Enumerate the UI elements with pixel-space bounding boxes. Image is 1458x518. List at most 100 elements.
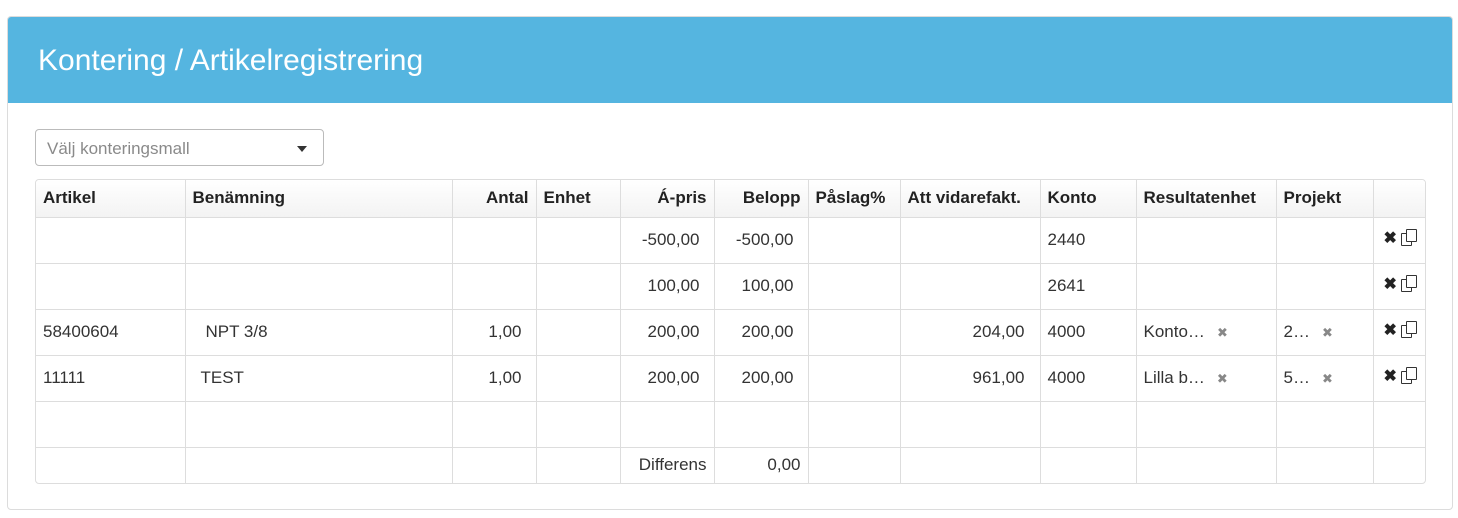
resultatenhet-tag: Konto… [1143,322,1205,341]
cell-artikel[interactable] [36,263,186,310]
col-header-artikel[interactable]: Artikel [36,180,186,218]
cell-projekt[interactable]: 2… ✖ [1276,309,1374,356]
new-cell-projekt[interactable] [1276,401,1374,448]
cell-paslag[interactable] [808,217,901,264]
delete-row-icon[interactable]: ✖ [1384,276,1397,293]
cell-benamning[interactable] [185,263,453,310]
delete-row-icon[interactable]: ✖ [1384,368,1397,385]
cell-konto[interactable]: 2641 [1040,263,1137,310]
new-cell-resultatenhet[interactable] [1136,401,1277,448]
col-header-paslag[interactable]: Påslag% [808,180,901,218]
table-header-row: Artikel Benämning Antal Enhet Á-pris Bel… [36,180,1425,218]
cell-konto[interactable]: 4000 [1040,309,1137,356]
cell-resultatenhet[interactable] [1136,263,1277,310]
cell-belopp[interactable]: -500,00 [714,217,809,264]
new-cell-belopp[interactable] [714,401,809,448]
new-cell-vidarefakt[interactable] [900,401,1041,448]
col-header-apris[interactable]: Á-pris [620,180,715,218]
cell-apris[interactable]: -500,00 [620,217,715,264]
cell-benamning[interactable]: NPT 3/8 [185,309,453,356]
differens-row: Differens 0,00 [36,447,1425,483]
cell-paslag[interactable] [808,355,901,402]
cell-projekt[interactable] [1276,217,1374,264]
clear-projekt-icon[interactable]: ✖ [1322,325,1333,341]
cell-belopp[interactable]: 200,00 [714,355,809,402]
konteringsmall-select[interactable]: Välj konteringsmall [35,129,324,166]
new-cell-enhet[interactable] [536,401,621,448]
copy-row-icon[interactable] [1400,274,1417,292]
cell-konto[interactable]: 4000 [1040,355,1137,402]
delete-row-icon[interactable]: ✖ [1384,322,1397,339]
cell-konto[interactable]: 2440 [1040,217,1137,264]
new-cell-konto[interactable] [1040,401,1137,448]
select-placeholder: Välj konteringsmall [47,139,190,158]
cell-belopp[interactable]: 100,00 [714,263,809,310]
cell-benamning[interactable]: TEST [185,355,453,402]
cell-projekt[interactable] [1276,263,1374,310]
cell-resultatenhet[interactable] [1136,217,1277,264]
new-cell-apris[interactable] [620,401,715,448]
col-header-projekt[interactable]: Projekt [1276,180,1374,218]
col-header-enhet[interactable]: Enhet [536,180,621,218]
col-header-actions [1373,180,1425,218]
new-cell-antal[interactable] [452,401,537,448]
cell-apris[interactable]: 200,00 [620,309,715,356]
copy-row-icon[interactable] [1400,228,1417,246]
cell-paslag[interactable] [808,309,901,356]
cell-enhet[interactable] [536,309,621,356]
copy-row-icon[interactable] [1400,366,1417,384]
cell-enhet[interactable] [536,217,621,264]
col-header-belopp[interactable]: Belopp [714,180,809,218]
cell-resultatenhet[interactable]: Lilla b… ✖ [1136,355,1277,402]
cell-paslag[interactable] [808,263,901,310]
cell-projekt[interactable]: 5… ✖ [1276,355,1374,402]
cell-resultatenhet[interactable]: Konto… ✖ [1136,309,1277,356]
resultatenhet-tag: Lilla b… [1143,368,1205,387]
projekt-tag: 5… [1283,368,1310,387]
cell-artikel[interactable]: 11111 [36,355,186,402]
table-row: 58400604 NPT 3/8 1,00 200,00 200,00 204,… [36,309,1425,356]
row-actions: ✖ [1373,263,1425,310]
new-cell-paslag[interactable] [808,401,901,448]
cell-apris[interactable]: 100,00 [620,263,715,310]
row-actions: ✖ [1373,355,1425,402]
differens-label: Differens [620,447,715,483]
clear-projekt-icon[interactable]: ✖ [1322,371,1333,387]
cell-enhet[interactable] [536,263,621,310]
kontering-panel: Kontering / Artikelregistrering Välj kon… [7,16,1453,510]
cell-artikel[interactable] [36,217,186,264]
cell-antal[interactable]: 1,00 [452,309,537,356]
cell-belopp[interactable]: 200,00 [714,309,809,356]
table-row: 11111 TEST 1,00 200,00 200,00 961,00 400… [36,355,1425,402]
cell-vidarefakt[interactable]: 204,00 [900,309,1041,356]
clear-resultatenhet-icon[interactable]: ✖ [1217,325,1228,341]
col-header-konto[interactable]: Konto [1040,180,1137,218]
cell-vidarefakt[interactable] [900,263,1041,310]
delete-row-icon[interactable]: ✖ [1384,230,1397,247]
new-cell-actions [1373,401,1425,448]
copy-row-icon[interactable] [1400,320,1417,338]
row-actions: ✖ [1373,217,1425,264]
new-cell-benamning[interactable] [185,401,453,448]
cell-antal[interactable] [452,217,537,264]
empty-table-row [36,401,1425,448]
projekt-tag: 2… [1283,322,1310,341]
differens-value: 0,00 [714,447,809,483]
col-header-benamning[interactable]: Benämning [185,180,453,218]
cell-apris[interactable]: 200,00 [620,355,715,402]
col-header-antal[interactable]: Antal [452,180,537,218]
cell-vidarefakt[interactable]: 961,00 [900,355,1041,402]
cell-vidarefakt[interactable] [900,217,1041,264]
col-header-resultatenhet[interactable]: Resultatenhet [1136,180,1277,218]
table-row: 100,00 100,00 2641 ✖ [36,263,1425,310]
col-header-vidarefakt[interactable]: Att vidarefakt. [900,180,1041,218]
cell-antal[interactable] [452,263,537,310]
page-title: Kontering / Artikelregistrering [38,44,424,77]
cell-enhet[interactable] [536,355,621,402]
new-cell-artikel[interactable] [36,401,186,448]
caret-down-icon [297,146,307,152]
cell-antal[interactable]: 1,00 [452,355,537,402]
cell-benamning[interactable] [185,217,453,264]
cell-artikel[interactable]: 58400604 [36,309,186,356]
clear-resultatenhet-icon[interactable]: ✖ [1217,371,1228,387]
